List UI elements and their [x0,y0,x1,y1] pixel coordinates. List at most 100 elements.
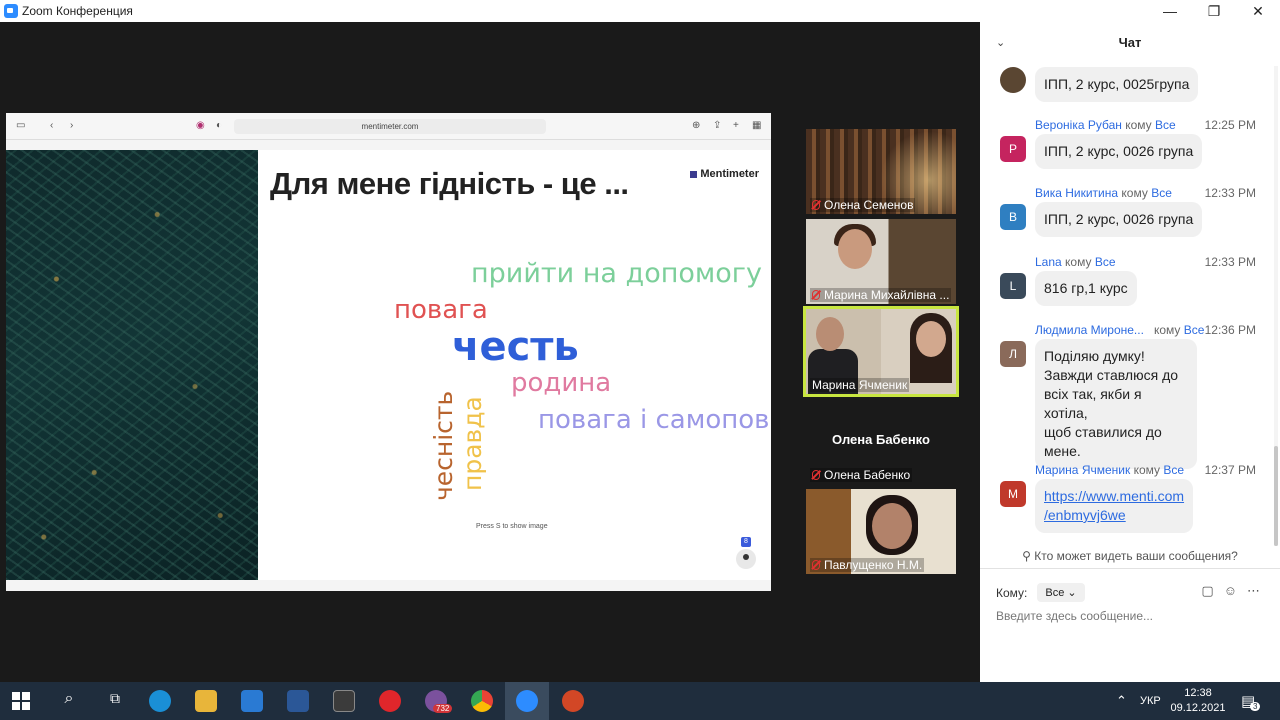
message-text: ІПП, 2 курс, 0026 група [1035,202,1203,237]
message-text: ІПП, 2 курс, 0026 група [1035,134,1203,169]
sender-name[interactable]: Вероніка Рубан [1035,118,1122,132]
zoom-logo-icon [4,4,18,18]
sender-name[interactable]: Lana [1035,255,1062,269]
muted-mic-icon [812,470,820,480]
slide-hint: Press S to show image [476,523,548,530]
message-line: Поділяю думку! [1044,348,1145,364]
recipient-row: Кому: Все ⌄ [996,583,1085,602]
message-text: 816 гр,1 курс [1035,271,1137,306]
menti-link[interactable]: https://www.menti.com/enbmyvj6we [1044,488,1184,523]
emoji-icon[interactable]: ☺ [1224,583,1237,599]
response-count-badge: 8 [741,537,751,547]
chat-tools: ▢ ☺ ⋯ [1201,583,1260,599]
window-controls: — ❐ ✕ [980,0,1280,22]
sender-name[interactable]: Марина Ячменик [1035,463,1130,477]
person-face [816,317,844,351]
more-icon[interactable]: ⋯ [1247,583,1260,599]
scrollbar-thumb[interactable] [1274,446,1278,546]
video-tile-no-video[interactable]: Олена Бабенко Олена Бабенко [806,399,956,484]
message-meta: Марина Ячменик кому Все [1035,463,1184,477]
recipient-select[interactable]: Все ⌄ [1037,583,1085,602]
avatar: Л [1000,341,1026,367]
message-link: https://www.menti.com/enbmyvj6we [1035,479,1194,533]
clock[interactable]: 12:38 09.12.2021 [1168,686,1228,716]
clock-date: 09.12.2021 [1170,702,1226,714]
shared-screen[interactable]: ▭ ‹ › ◉ ◐ mentimeter.com ⊕ ⇪ + ▦ Для мен… [6,113,771,591]
avatar: Р [1000,136,1026,162]
recipient: Все [1155,118,1176,132]
chat-scrollbar[interactable] [1274,66,1278,546]
avatar: L [1000,273,1026,299]
chrome-icon[interactable] [471,690,493,712]
restore-icon[interactable]: ❐ [1192,0,1236,22]
edge-icon[interactable] [149,690,171,712]
notification-badge: 3 [1250,702,1261,711]
message-time: 12:36 PM [1204,323,1256,337]
tabs-overview-icon: ▦ [752,120,762,131]
windows-start-icon[interactable] [12,692,30,710]
window-titlebar: Zoom Конференция [0,0,980,22]
muted-mic-icon [812,560,820,570]
video-tile[interactable]: Марина Михайлівна ... [806,219,956,304]
mail-icon[interactable] [241,690,263,712]
mentimeter-logo: Mentimeter [690,168,759,180]
slide-title: Для мене гідність - це ... [270,166,629,201]
file-icon[interactable]: ▢ [1201,583,1213,599]
recipient: Все [1151,186,1172,200]
word-cloud-word: честь [452,324,579,370]
shield-icon: ◐ [216,120,223,131]
message-line: мене. [1044,443,1081,459]
message-meta: Lana кому Все [1035,255,1116,269]
sender-name[interactable]: Вика Никитина [1035,186,1118,200]
chat-panel: ⌄ Чат ІПП, 2 курс, 0025група Вероніка Ру… [980,22,1280,682]
clock-time: 12:38 [1184,687,1212,699]
participant-name: Марина Михайлівна ... [824,288,950,302]
close-icon[interactable]: ✕ [1236,0,1280,22]
sidebar-icon: ▭ [16,120,26,131]
video-tile[interactable]: Олена Семенов [806,129,956,214]
participant-name: Марина Ячменик [812,378,908,392]
message-input[interactable]: Введите здесь сообщение... [996,609,1153,623]
store-icon[interactable] [333,690,355,712]
participant-name-tag: Олена Бабенко [810,468,913,482]
url-bar: mentimeter.com [234,119,546,134]
zoom-icon[interactable] [516,690,538,712]
file-explorer-icon[interactable] [195,690,217,712]
language-indicator[interactable]: УКР [1140,682,1161,720]
avatar: М [1000,481,1026,507]
opera-icon[interactable] [379,690,401,712]
back-icon: ‹ [50,120,54,131]
person-face [838,229,872,269]
word-cloud-word: повага [394,295,488,325]
notification-icon[interactable]: ▤ [1241,682,1255,720]
participant-name-tag: Олена Семенов [810,198,916,212]
participant-name: Олена Бабенко [824,468,911,482]
browser-toolbar: ▭ ‹ › ◉ ◐ mentimeter.com ⊕ ⇪ + ▦ [6,113,771,140]
word-cloud-word: правда [458,396,487,491]
sender-name[interactable]: Людмила Мироне... [1035,323,1144,337]
recipient: Все [1183,323,1205,337]
person-face [872,503,912,549]
participant-icon [736,549,756,569]
to-label: Кому: [996,585,1028,600]
who-can-see-link[interactable]: ⚲ Кто может видеть ваши сообщения? [980,549,1280,563]
chat-header: ⌄ Чат [980,22,1280,62]
video-tile[interactable]: Павлущенко Н.М. [806,489,956,574]
person-face [916,321,946,357]
powerpoint-icon[interactable] [562,690,584,712]
avatar [1000,67,1026,93]
message-time: 12:33 PM [1204,255,1256,269]
task-view-icon[interactable]: ⧉ [104,690,126,712]
minimize-icon[interactable]: — [1148,0,1192,22]
chat-title: Чат [1118,35,1142,50]
chat-messages[interactable]: ІПП, 2 курс, 0025група Вероніка Рубан ко… [980,62,1280,547]
to-word: кому [1125,118,1152,132]
message-line: всіх так, якби я хотіла, [1044,386,1142,421]
divider [980,568,1280,569]
active-speaker-tile[interactable]: Марина Ячменик [803,306,959,397]
tray-chevron-icon[interactable]: ⌃ [1116,682,1127,720]
message-time: 12:25 PM [1204,118,1256,132]
search-icon[interactable]: ⌕ [58,690,80,712]
participant-name: Олена Семенов [824,198,914,212]
word-icon[interactable] [287,690,309,712]
